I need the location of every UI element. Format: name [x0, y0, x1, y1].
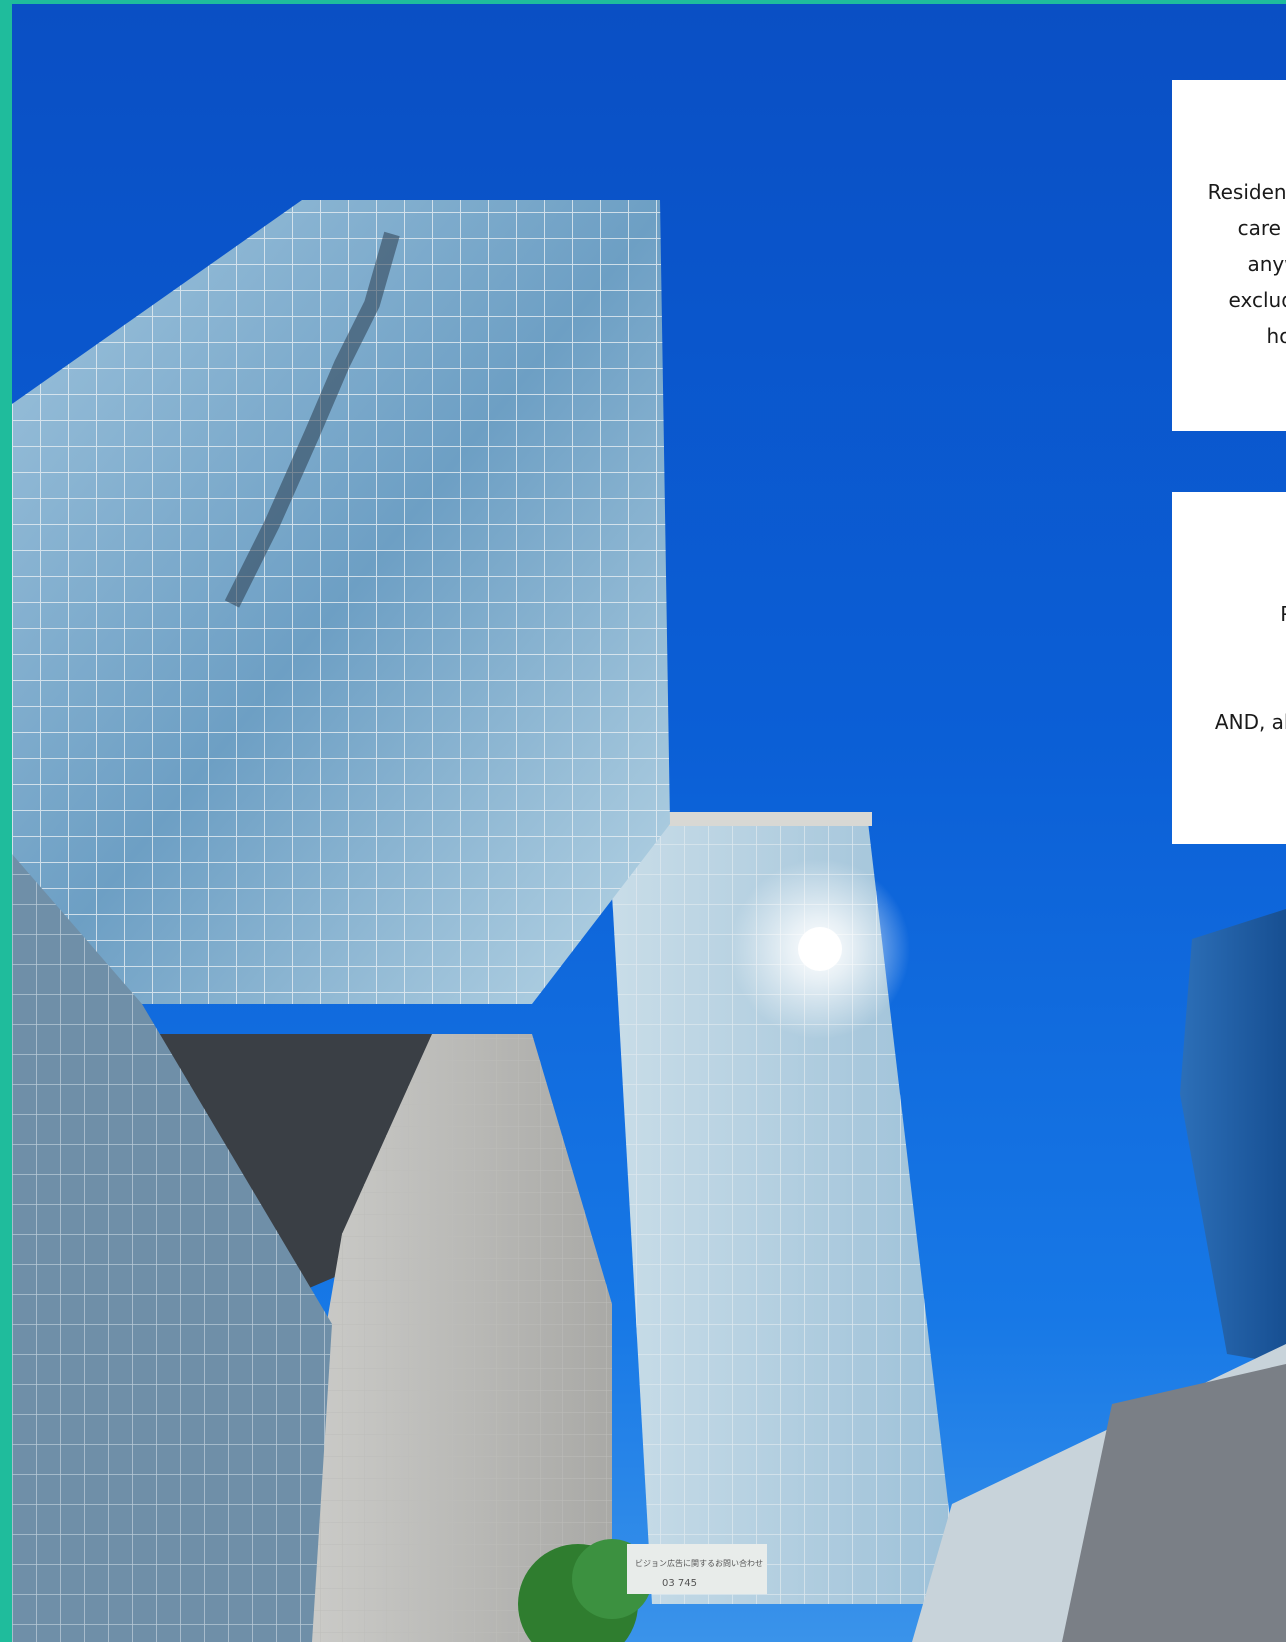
- svg-text:03 745: 03 745: [662, 1578, 697, 1589]
- hero-background-image: ビジョン広告に関するお問い合わせ 03 745: [12, 200, 1286, 1642]
- far-tower: [1180, 909, 1286, 1364]
- card-2-line-1: Pl: [1206, 596, 1286, 632]
- sign-board: [627, 1544, 767, 1594]
- card-1-line-4: excludi: [1228, 288, 1286, 312]
- card-1-line-1: Resident: [1207, 180, 1286, 204]
- card-2-line-2: AND, all: [1214, 710, 1286, 734]
- info-card-1: Resident care f anyw excludi ho: [1172, 80, 1286, 431]
- info-card-2: Pl AND, all: [1172, 492, 1286, 844]
- card-1-line-2: care f: [1237, 216, 1286, 240]
- svg-text:ビジョン広告に関するお問い合わせ: ビジョン広告に関するお問い合わせ: [635, 1558, 763, 1568]
- card-1-line-3: anyw: [1247, 252, 1286, 276]
- card-1-line-5: ho: [1266, 324, 1286, 348]
- page-frame: ビジョン広告に関するお問い合わせ 03 745 Resident care f …: [0, 0, 1286, 1642]
